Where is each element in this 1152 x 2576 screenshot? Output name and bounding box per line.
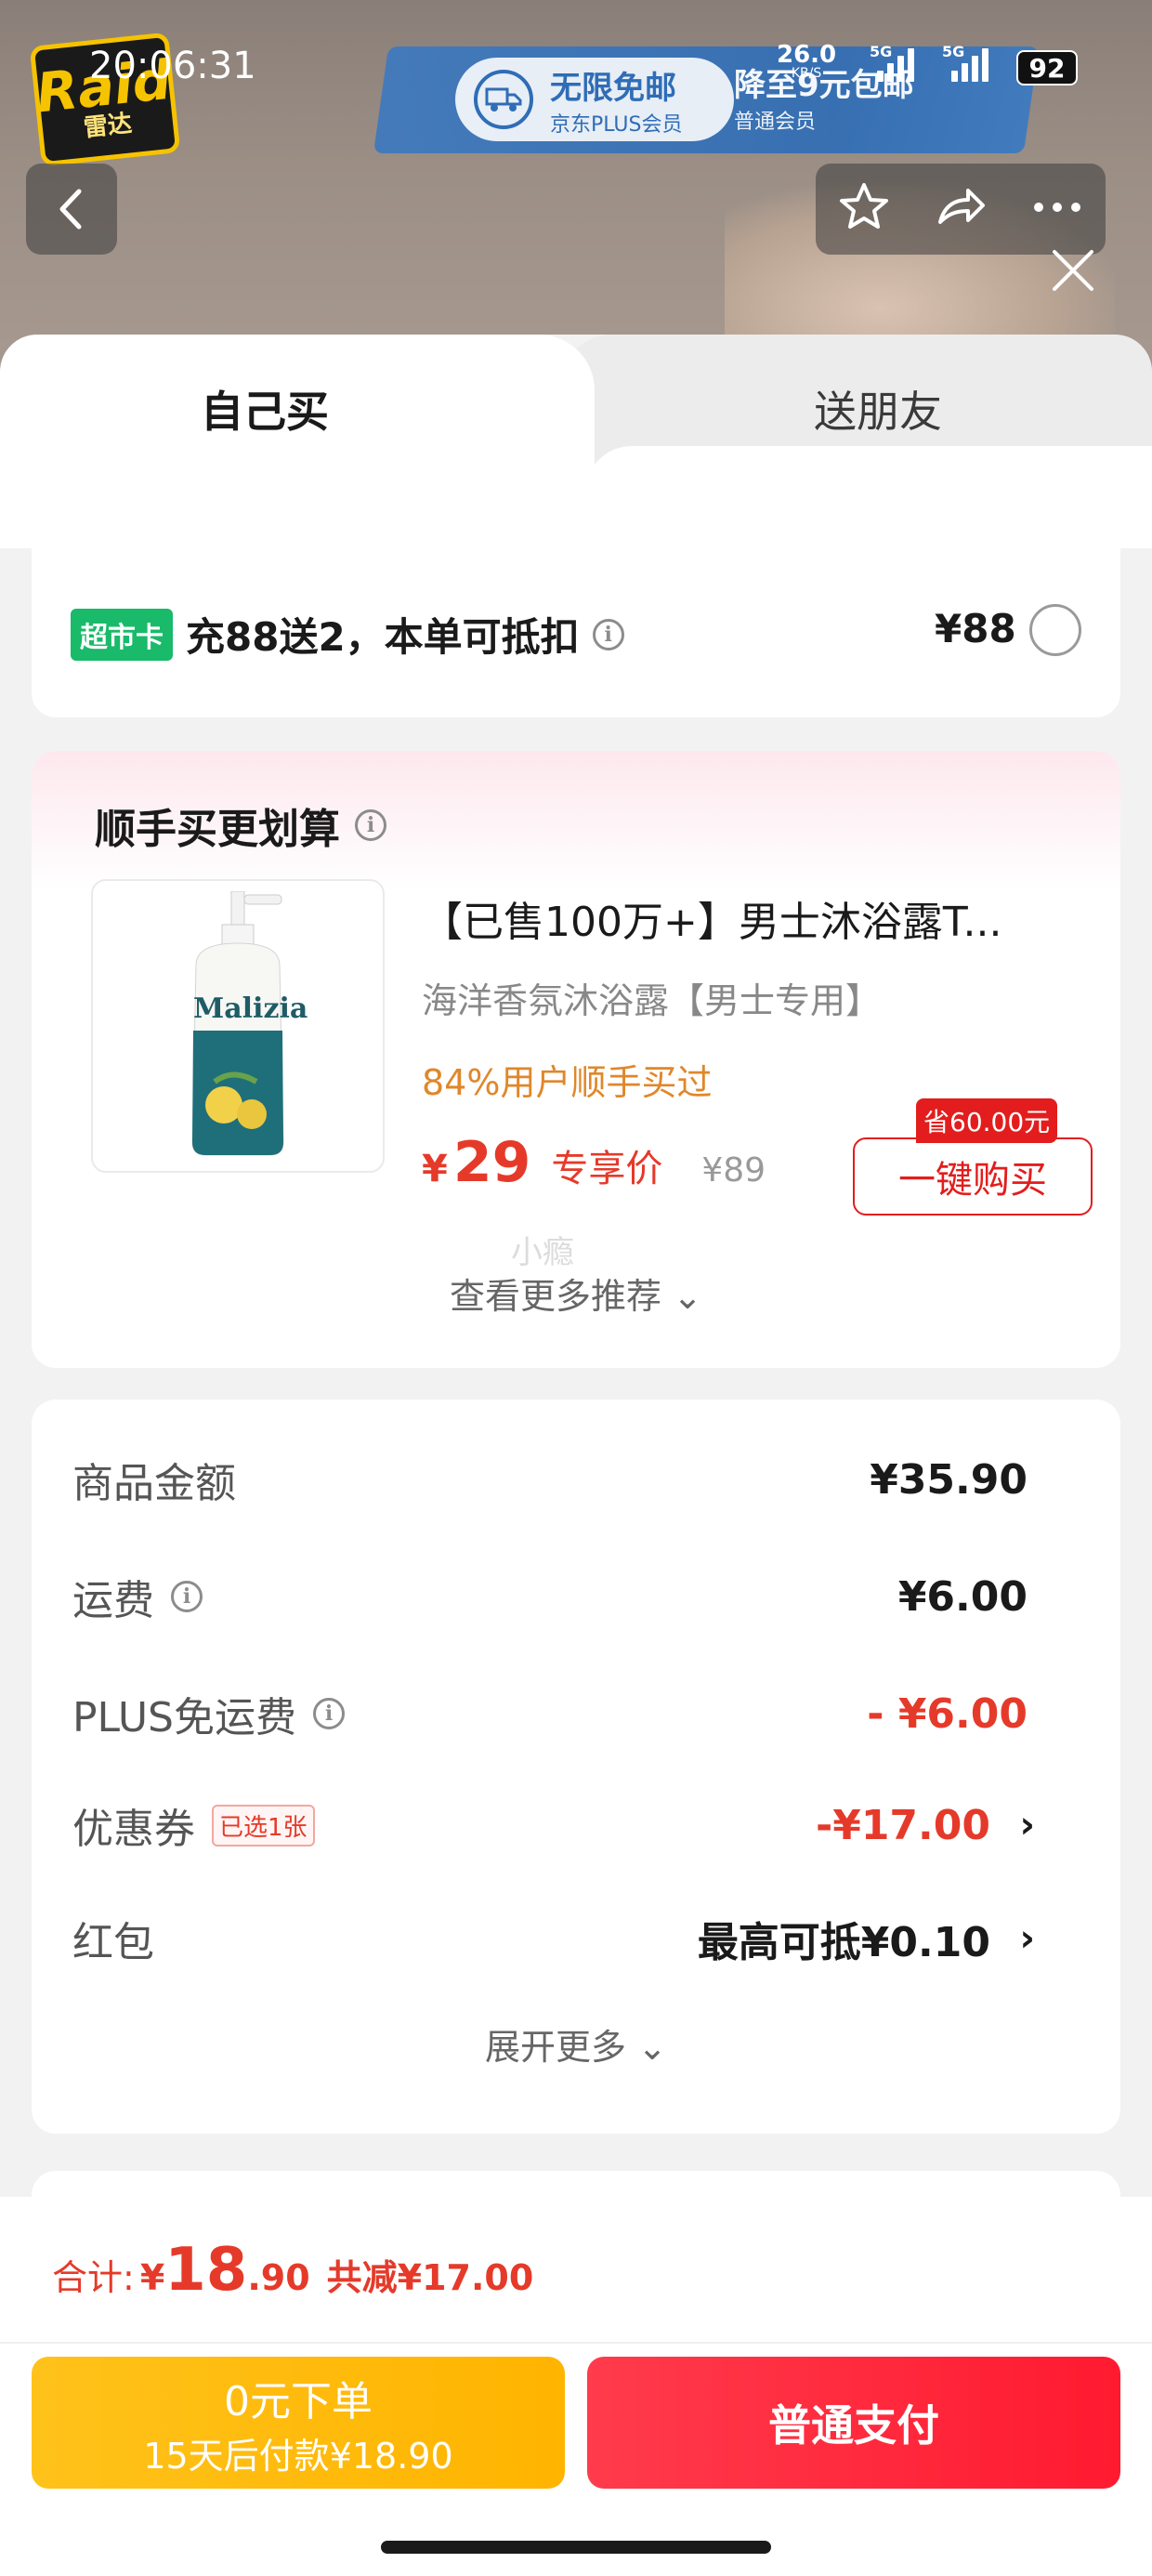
checkout-footer: 合计: ¥ 18 .90 共减¥17.00 0元下单 15天后付款¥18.90 …	[0, 2197, 1152, 2576]
row-label: 运费	[72, 1577, 154, 1624]
price-currency: ¥	[422, 1148, 448, 1190]
network-speed: 26.0 KB/S	[777, 43, 836, 80]
close-icon	[1053, 250, 1093, 291]
chevron-right-icon: ›	[1019, 1804, 1035, 1847]
coupon-selected-badge: 已选1张	[212, 1804, 315, 1847]
recommend-title: 顺手买更划算	[95, 806, 340, 853]
favorite-button[interactable]	[836, 179, 892, 239]
more-icon	[1034, 203, 1080, 212]
one-click-buy-button[interactable]: 一键购买	[853, 1137, 1093, 1216]
normal-pay-button[interactable]: 普通支付	[587, 2357, 1120, 2489]
more-recommend-link[interactable]: 查看更多推荐 ⌄	[32, 1268, 1120, 1319]
logo-cn-text: 雷达	[82, 109, 134, 143]
row-label: PLUS免运费	[72, 1694, 296, 1741]
row-label: 商品金额	[72, 1460, 236, 1507]
status-bar: 20:06:31 26.0 KB/S 5G 5G 92	[0, 37, 1152, 102]
back-icon	[59, 189, 82, 230]
back-button[interactable]	[26, 164, 117, 255]
row-label: 红包	[72, 1919, 154, 1966]
divider	[0, 2342, 1152, 2344]
row-value: ¥35.90	[870, 1455, 1028, 1504]
row-value: ¥6.00	[897, 1572, 1028, 1621]
row-goods-amount: 商品金额 ¥35.90	[72, 1452, 1080, 1508]
price-tag: 专享价	[551, 1148, 663, 1190]
row-red-packet[interactable]: 红包 最高可抵¥0.10 ›	[72, 1911, 1080, 1966]
clock: 20:06:31	[89, 45, 256, 87]
watermark: 小瘾	[511, 1234, 574, 1271]
zero-order-sub: 15天后付款¥18.90	[143, 2435, 453, 2477]
amount-summary: 商品金额 ¥35.90 运费 i ¥6.00 PLUS免运费 i - ¥6.00…	[32, 1400, 1120, 2134]
supermarket-price: ¥88	[935, 606, 1016, 651]
supermarket-tag: 超市卡	[71, 608, 173, 661]
original-price: ¥89	[701, 1151, 766, 1189]
info-icon[interactable]: i	[355, 809, 386, 841]
row-coupon[interactable]: 优惠券 已选1张 -¥17.00 ›	[72, 1797, 1080, 1854]
price-value: 29	[452, 1130, 531, 1195]
product-image[interactable]: Malizia	[91, 879, 385, 1173]
total-amount: 合计: ¥ 18 .90 共减¥17.00	[52, 2236, 533, 2305]
bottle-brand: Malizia	[193, 992, 308, 1025]
tab-self-buy[interactable]: 自己买	[0, 335, 595, 483]
normal-pay-label: 普通支付	[768, 2400, 939, 2451]
zero-order-label: 0元下单	[224, 2377, 373, 2425]
chevron-right-icon: ›	[1019, 1917, 1035, 1960]
supermarket-offer-text: 充88送2，本单可抵扣	[186, 614, 580, 660]
total-save: 共减¥17.00	[326, 2257, 534, 2298]
speed-value: 26.0	[777, 41, 837, 69]
info-icon[interactable]: i	[313, 1698, 345, 1729]
bottle-image	[191, 891, 284, 1156]
product-price: ¥ 29 专享价 ¥89	[422, 1130, 766, 1195]
recommend-section: 顺手买更划算 i Malizia 【已售100万+】男士沐浴露T... 海洋香氛…	[32, 751, 1120, 1368]
home-indicator[interactable]	[381, 2541, 771, 2554]
tab-self-buy-label: 自己买	[201, 387, 329, 437]
info-icon[interactable]: i	[592, 618, 624, 651]
more-button[interactable]	[1029, 198, 1085, 220]
product-subtitle: 海洋香氛沐浴露【男士专用】	[422, 980, 882, 1021]
speed-unit: KB/S	[791, 66, 822, 81]
signal-icon	[877, 46, 914, 82]
row-plus-free-shipping: PLUS免运费 i - ¥6.00	[72, 1686, 1080, 1742]
product-title[interactable]: 【已售100万+】男士沐浴露T...	[422, 888, 1091, 948]
share-icon	[938, 189, 985, 224]
row-value: -¥17.00	[815, 1801, 990, 1849]
tab-panel-curve	[585, 446, 1152, 502]
total-label: 合计:	[52, 2257, 135, 2298]
supermarket-card-section: 超市卡 充88送2，本单可抵扣 i ¥88	[32, 548, 1120, 717]
signal-icon-2	[951, 46, 988, 82]
row-value: - ¥6.00	[867, 1689, 1028, 1738]
row-shipping: 运费 i ¥6.00	[72, 1569, 1080, 1625]
one-click-buy-label: 一键购买	[898, 1159, 1047, 1202]
row-label: 优惠券	[72, 1806, 195, 1853]
star-icon	[840, 183, 888, 229]
total-currency: ¥	[139, 2257, 165, 2298]
total-dec: .90	[247, 2257, 310, 2298]
battery-icon: 92	[1016, 50, 1078, 85]
close-button[interactable]	[1041, 238, 1106, 303]
row-value: 最高可抵¥0.10	[697, 1919, 990, 1966]
tab-gift-friend-label: 送朋友	[814, 387, 942, 437]
share-button[interactable]	[933, 179, 988, 239]
save-badge: 省60.00元	[916, 1098, 1058, 1143]
total-int: 18	[164, 2236, 248, 2305]
zero-yuan-order-button[interactable]: 0元下单 15天后付款¥18.90	[32, 2357, 565, 2489]
badge-sub-text: 京东PLUS会员	[550, 112, 683, 137]
expand-more-link[interactable]: 展开更多 ⌄	[32, 2018, 1120, 2070]
battery-level: 92	[1028, 52, 1066, 84]
info-icon[interactable]: i	[171, 1581, 203, 1612]
product-buy-rate: 84%用户顺手买过	[422, 1062, 713, 1103]
promo-sub-text: 普通会员	[734, 111, 817, 134]
supermarket-radio[interactable]	[1029, 604, 1081, 656]
